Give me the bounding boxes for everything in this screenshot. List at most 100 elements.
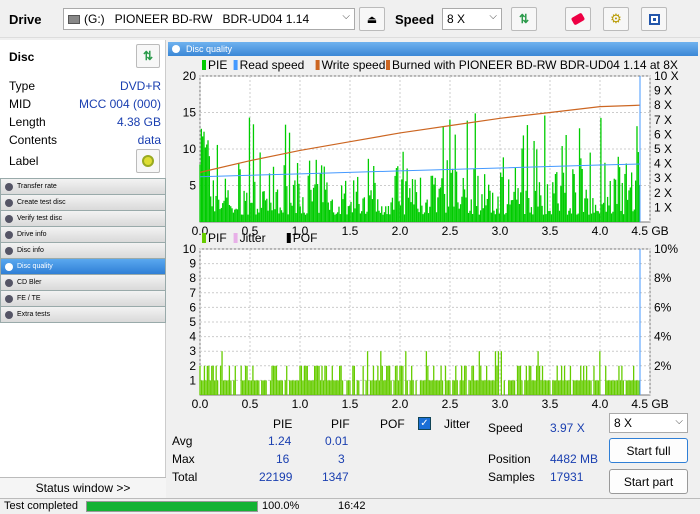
y-tick-label: 15 xyxy=(183,106,197,120)
drive-info-icon xyxy=(5,230,13,239)
pie-chart: 0.0 0.5 1.0 1.5 2.0 2.5 3.0 3.5 4.0 4.5 GB5101520… xyxy=(183,58,679,238)
col-pif: PIF xyxy=(331,417,350,431)
y2-tick-label: 9 X xyxy=(654,84,672,98)
disc-key: Contents xyxy=(9,133,58,147)
y2-tick-label: 3 X xyxy=(654,171,672,185)
x-tick-label: 0.0 xyxy=(192,224,209,238)
speed-label: Speed xyxy=(395,12,435,27)
legend-label: Jitter xyxy=(240,231,266,245)
refresh-speed-button[interactable]: ⇅ xyxy=(511,7,537,31)
y2-tick-label: 6 X xyxy=(654,127,672,141)
col-pof: POF xyxy=(380,417,405,431)
nav-cd-bler[interactable]: CD Bler xyxy=(0,275,166,291)
drive-select-value: (G:) PIONEER BD-RW BDR-UD04 1.14 xyxy=(84,12,310,26)
x-tick-label: 2.0 xyxy=(392,224,409,238)
extra-tests-icon xyxy=(5,310,13,319)
jitter-checkbox[interactable]: ✓ xyxy=(418,417,431,430)
y-tick-label: 2 xyxy=(189,359,196,373)
y2-tick-label: 10% xyxy=(654,242,678,256)
disc-refresh-button[interactable]: ⇅ xyxy=(136,44,160,68)
avg-label: Avg xyxy=(172,434,193,448)
y-tick-label: 5 xyxy=(189,179,196,193)
status-window-button[interactable]: Status window >> xyxy=(0,477,166,498)
panel-title-bar: Disc quality xyxy=(168,42,698,56)
disc-value: MCC 004 (000) xyxy=(78,97,161,111)
nav-transfer-rate[interactable]: Transfer rate xyxy=(0,179,166,195)
nav-label: Transfer rate xyxy=(17,183,57,190)
eject-button[interactable]: ⏏ xyxy=(359,7,385,31)
status-bar: Test completed 100.0% 16:42 xyxy=(0,498,700,514)
cd-bler-icon xyxy=(5,278,13,287)
legend-swatch xyxy=(233,233,238,243)
nav-fe-te[interactable]: FE / TE xyxy=(0,291,166,307)
jitter-label: Jitter xyxy=(444,417,471,431)
test-speed-select[interactable]: 8 X ⌵ xyxy=(609,413,688,433)
avg-pie: 1.24 xyxy=(268,434,292,448)
nav-disc-info[interactable]: Disc info xyxy=(0,243,166,259)
disc-key: MID xyxy=(9,97,31,111)
legend-swatch xyxy=(315,60,320,70)
disc-value: data xyxy=(137,133,161,147)
erase-button[interactable] xyxy=(565,7,591,31)
nav-label: Extra tests xyxy=(17,311,51,318)
total-pie: 22199 xyxy=(259,470,293,484)
nav-verify-test-disc[interactable]: Verify test disc xyxy=(0,211,166,227)
y-tick-label: 5 xyxy=(189,315,196,329)
x-tick-label: 0.0 xyxy=(192,397,209,411)
charts: 0.0 0.5 1.0 1.5 2.0 2.5 3.0 3.5 4.0 4.5 GB5101520… xyxy=(183,58,679,411)
start-full-button[interactable]: Start full xyxy=(609,438,688,463)
x-tick-label: 1.0 xyxy=(292,397,309,411)
disc-value: 4.38 GB xyxy=(116,115,161,129)
left-panel: Disc ⇅ Type DVD+R MID MCC 004 (000) Length… xyxy=(0,40,166,498)
toolbar: Drive (G:) PIONEER BD-RW BDR-UD04 1.14 ⌵… xyxy=(0,0,700,38)
nav-extra-tests[interactable]: Extra tests xyxy=(0,307,166,323)
x-tick-label: 4.5 GB xyxy=(631,224,668,238)
x-tick-label: 1.5 xyxy=(342,397,359,411)
x-tick-label: 3.0 xyxy=(492,224,509,238)
max-pif: 3 xyxy=(338,452,345,466)
options-button[interactable]: ⚙ xyxy=(603,7,629,31)
samples-label: Samples xyxy=(488,470,535,484)
status-window-label: Status window >> xyxy=(35,481,131,495)
verify-disc-icon xyxy=(5,214,13,223)
legend-label: Read speed xyxy=(240,58,305,72)
y-tick-label: 10 xyxy=(183,142,197,156)
y-tick-label: 1 xyxy=(189,373,196,387)
start-part-button[interactable]: Start part xyxy=(609,469,688,494)
legend-label: PIE xyxy=(208,58,227,72)
disc-info-icon xyxy=(5,246,13,255)
y2-tick-label: 4 X xyxy=(654,157,672,171)
test-speed-value: 8 X xyxy=(614,416,633,430)
x-tick-label: 4.0 xyxy=(592,397,609,411)
speed-select[interactable]: 8 X ⌵ xyxy=(442,8,502,30)
disc-contents-row: Contents data xyxy=(9,133,161,147)
total-label: Total xyxy=(172,470,198,484)
y-tick-label: 6 xyxy=(189,300,196,314)
max-pie: 16 xyxy=(276,452,290,466)
speed-label-stat: Speed xyxy=(488,421,523,435)
col-pie: PIE xyxy=(273,417,293,431)
samples-value: 17931 xyxy=(550,470,584,484)
legend-label: POF xyxy=(293,231,318,245)
speed-value: 3.97 X xyxy=(550,421,585,435)
drive-select[interactable]: (G:) PIONEER BD-RW BDR-UD04 1.14 ⌵ xyxy=(63,8,355,30)
y2-tick-label: 2% xyxy=(654,359,672,373)
y2-tick-label: 8% xyxy=(654,271,672,285)
legend-swatch xyxy=(202,60,206,70)
legend-swatch xyxy=(202,233,206,243)
nav-drive-info[interactable]: Drive info xyxy=(0,227,166,243)
save-button[interactable] xyxy=(641,7,667,31)
legend-swatch xyxy=(386,60,390,70)
legend-label: Burned with PIONEER BD-RW BDR-UD04 1.14 … xyxy=(392,58,678,72)
y-tick-label: 9 xyxy=(189,257,196,271)
transfer-rate-icon xyxy=(5,182,13,191)
start-part-label: Start part xyxy=(623,474,674,489)
y2-tick-label: 7 X xyxy=(654,113,672,127)
disc-header: Disc xyxy=(9,50,35,64)
nav-label: Disc quality xyxy=(17,263,53,270)
x-tick-label: 3.5 xyxy=(542,397,559,411)
nav-disc-quality[interactable]: Disc quality xyxy=(0,259,166,275)
panel-title: Disc quality xyxy=(186,44,233,54)
disc-label-button[interactable] xyxy=(136,149,160,173)
nav-create-test-disc[interactable]: Create test disc xyxy=(0,195,166,211)
